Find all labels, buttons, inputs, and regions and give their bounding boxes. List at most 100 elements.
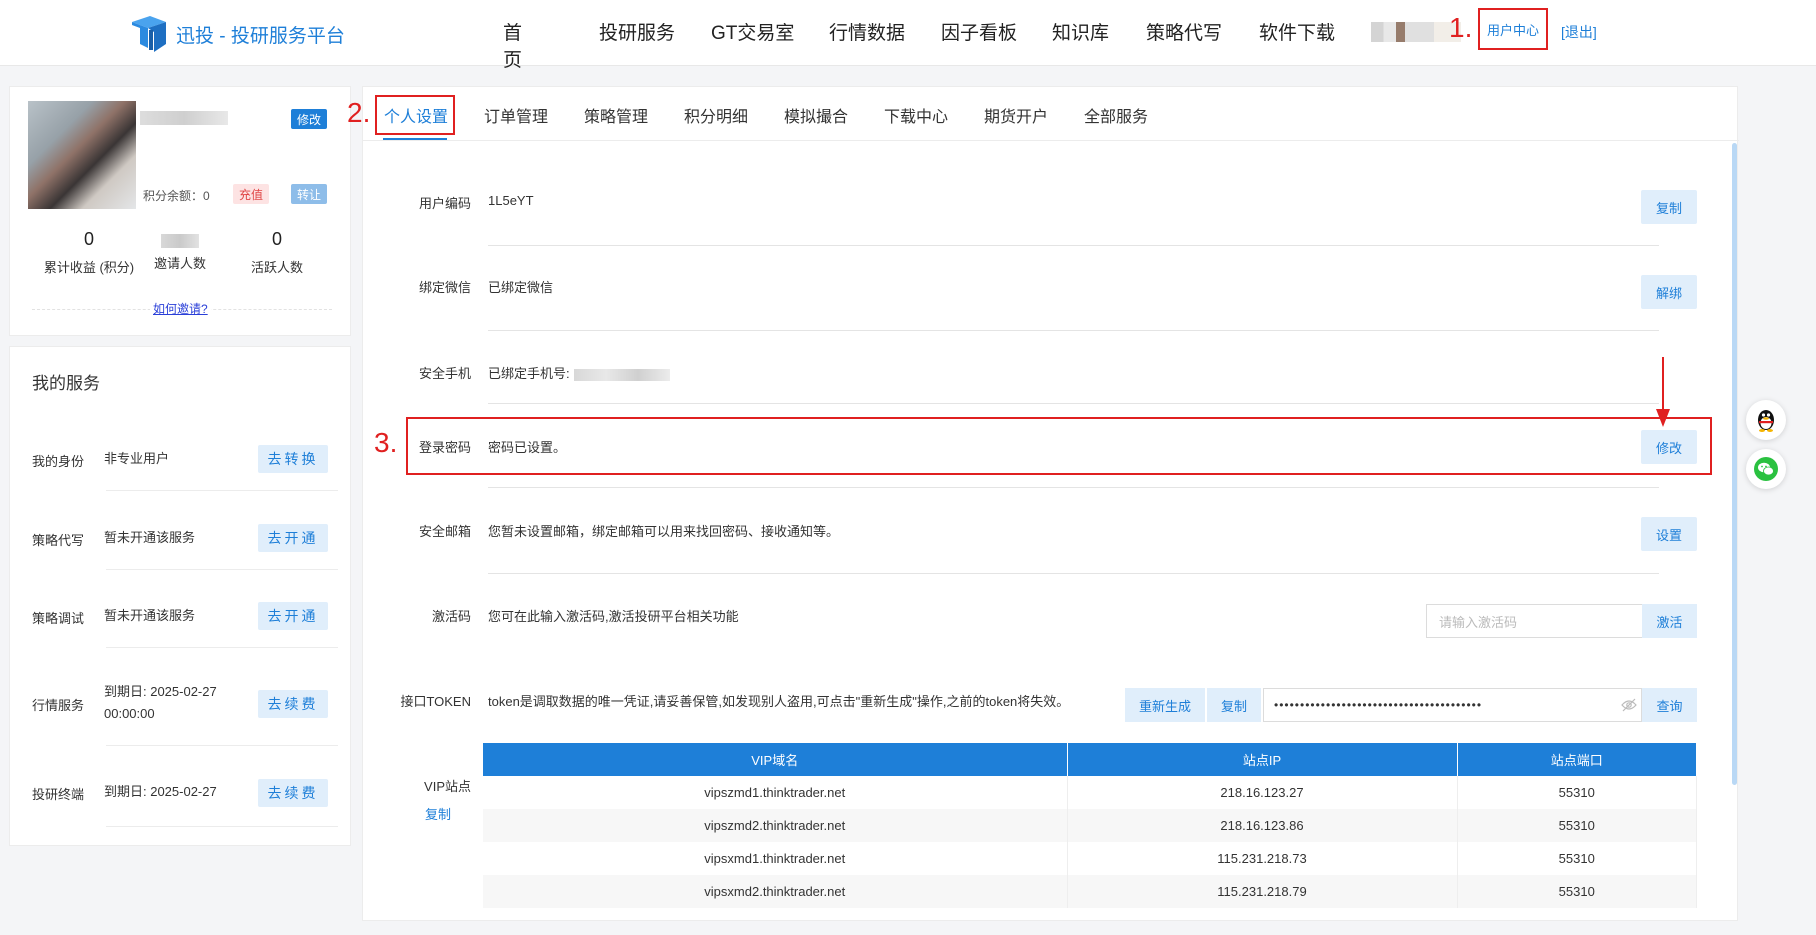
nav-research[interactable]: 投研服务: [599, 18, 675, 45]
activate-code-button[interactable]: 激活: [1642, 604, 1697, 638]
nav-factor-board[interactable]: 因子看板: [941, 18, 1017, 45]
arrow-down-icon: [1656, 357, 1670, 427]
nav-gt-trading[interactable]: GT交易室: [711, 18, 794, 45]
activate-button[interactable]: 去开通: [258, 602, 328, 630]
column-header: VIP域名: [483, 743, 1068, 776]
wechat-label: 绑定微信: [418, 280, 471, 295]
tab-all-services[interactable]: 全部服务: [1084, 103, 1148, 127]
activation-code-input[interactable]: 请输入激活码: [1426, 604, 1643, 638]
stat-label: 活跃人数: [250, 260, 303, 275]
renew-button[interactable]: 去续费: [258, 779, 328, 807]
service-value: 暂未开通该服务: [104, 530, 196, 545]
transfer-button[interactable]: 转让: [291, 184, 327, 204]
nav-knowledge[interactable]: 知识库: [1052, 18, 1109, 45]
vip-domain: vipsxmd1.thinktrader.net: [483, 842, 1068, 875]
qq-contact-button[interactable]: [1746, 400, 1786, 440]
vip-sites-table: VIP域名 站点IP 站点端口 vipszmd1.thinktrader.net…: [483, 743, 1697, 908]
table-row: vipsxmd1.thinktrader.net 115.231.218.73 …: [483, 842, 1697, 875]
copy-token-button[interactable]: 复制: [1207, 688, 1261, 722]
nav-software-download[interactable]: 软件下载: [1259, 18, 1335, 45]
vip-domain: vipszmd1.thinktrader.net: [483, 776, 1068, 809]
nav-home[interactable]: 首页: [503, 18, 522, 72]
phone-label: 安全手机: [418, 366, 471, 381]
copy-user-code-button[interactable]: 复制: [1641, 190, 1697, 224]
vip-label: VIP站点: [424, 779, 471, 794]
wechat-contact-button[interactable]: [1746, 449, 1786, 489]
activation-value: 您可在此输入激活码,激活投研平台相关功能: [488, 609, 739, 624]
phone-text: 已绑定手机号:: [488, 366, 570, 381]
edit-profile-button[interactable]: 修改: [291, 109, 327, 129]
points-balance: 积分余额：0: [143, 189, 210, 203]
service-value-time: 00:00:00: [104, 706, 155, 721]
table-row: vipszmd2.thinktrader.net 218.16.123.86 5…: [483, 809, 1697, 842]
token-label: 接口TOKEN: [400, 694, 471, 709]
vip-port: 55310: [1457, 809, 1697, 842]
tab-strategies[interactable]: 策略管理: [584, 103, 648, 127]
tab-downloads[interactable]: 下载中心: [884, 103, 948, 127]
vip-port: 55310: [1457, 842, 1697, 875]
scrollbar[interactable]: [1732, 143, 1737, 785]
logout-link[interactable]: [退出]: [1561, 22, 1597, 42]
tab-points[interactable]: 积分明细: [684, 103, 748, 127]
phone-number-blurred: [573, 368, 670, 381]
convert-button[interactable]: 去转换: [258, 445, 328, 473]
how-to-invite-link[interactable]: 如何邀请?: [150, 300, 211, 317]
avatar: [28, 101, 136, 209]
username-blurred: [1371, 22, 1461, 42]
divider: [488, 487, 1659, 488]
annotation-1: 1.: [1449, 12, 1473, 43]
password-highlight-box: [406, 417, 1712, 475]
regenerate-token-button[interactable]: 重新生成: [1125, 688, 1205, 722]
stat-active-count: 0 活跃人数: [222, 229, 332, 276]
service-value: 非专业用户: [104, 451, 170, 466]
profile-card: 修改 积分余额：0 充值 转让 0 累计收益 (积分) 邀请人数 0 活跃人数 …: [9, 86, 351, 336]
tab-personal-settings[interactable]: 个人设置: [384, 103, 448, 127]
table-row: vipsxmd2.thinktrader.net 115.231.218.79 …: [483, 875, 1697, 908]
set-email-button[interactable]: 设置: [1641, 517, 1697, 551]
eye-off-icon[interactable]: [1621, 698, 1637, 712]
divider: [106, 826, 338, 827]
vip-domain: vipszmd2.thinktrader.net: [483, 809, 1068, 842]
site-logo[interactable]: 迅投 - 投研服务平台: [128, 14, 345, 54]
recharge-button[interactable]: 充值: [233, 184, 269, 204]
user-center-link[interactable]: 用户中心: [1478, 8, 1548, 50]
nav-market-data[interactable]: 行情数据: [829, 18, 905, 45]
token-field[interactable]: ••••••••••••••••••••••••••••••••••••••••: [1263, 688, 1642, 722]
password-value: 密码已设置。: [488, 440, 567, 455]
vip-ip: 218.16.123.27: [1067, 776, 1458, 809]
activate-button[interactable]: 去开通: [258, 524, 328, 552]
stat-label: 邀请人数: [153, 256, 206, 271]
vip-port: 55310: [1457, 875, 1697, 908]
unbind-wechat-button[interactable]: 解绑: [1641, 275, 1697, 309]
activation-label: 激活码: [431, 609, 471, 624]
service-value: 到期日: 2025-02-27: [104, 684, 217, 699]
service-label: 行情服务: [32, 698, 85, 713]
vip-port: 55310: [1457, 776, 1697, 809]
vip-copy-link[interactable]: 复制: [425, 804, 451, 823]
phone-value: 已绑定手机号:: [488, 363, 670, 382]
divider: [488, 245, 1659, 246]
stat-value-blurred: [161, 234, 199, 248]
service-value: 暂未开通该服务: [104, 608, 196, 623]
my-services-card: 我的服务 我的身份 非专业用户 去转换 策略代写 暂未开通该服务 去开通 策略调…: [9, 346, 351, 846]
tab-bar: 2. 个人设置 订单管理 策略管理 积分明细 模拟撮合 下载中心 期货开户 全部…: [347, 87, 1739, 141]
query-token-button[interactable]: 查询: [1642, 688, 1697, 722]
username-blurred: [140, 111, 228, 125]
nav-strategy-writing[interactable]: 策略代写: [1146, 18, 1222, 45]
divider: [106, 745, 338, 746]
user-code-label: 用户编码: [418, 196, 471, 211]
divider: [488, 330, 1659, 331]
user-code-value: 1L5eYT: [488, 193, 534, 208]
vip-domain: vipsxmd2.thinktrader.net: [483, 875, 1068, 908]
qq-penguin-icon: [1758, 410, 1774, 432]
column-header: 站点端口: [1457, 743, 1697, 776]
logo-text: 迅投 - 投研服务平台: [176, 25, 345, 47]
change-password-button[interactable]: 修改: [1641, 430, 1697, 464]
service-label: 投研终端: [32, 787, 85, 802]
tab-orders[interactable]: 订单管理: [484, 103, 548, 127]
tab-simulation[interactable]: 模拟撮合: [784, 103, 848, 127]
tab-futures-account[interactable]: 期货开户: [984, 103, 1048, 127]
renew-button[interactable]: 去续费: [258, 690, 328, 718]
annotation-2: 2.: [347, 97, 371, 128]
vip-ip: 218.16.123.86: [1067, 809, 1458, 842]
